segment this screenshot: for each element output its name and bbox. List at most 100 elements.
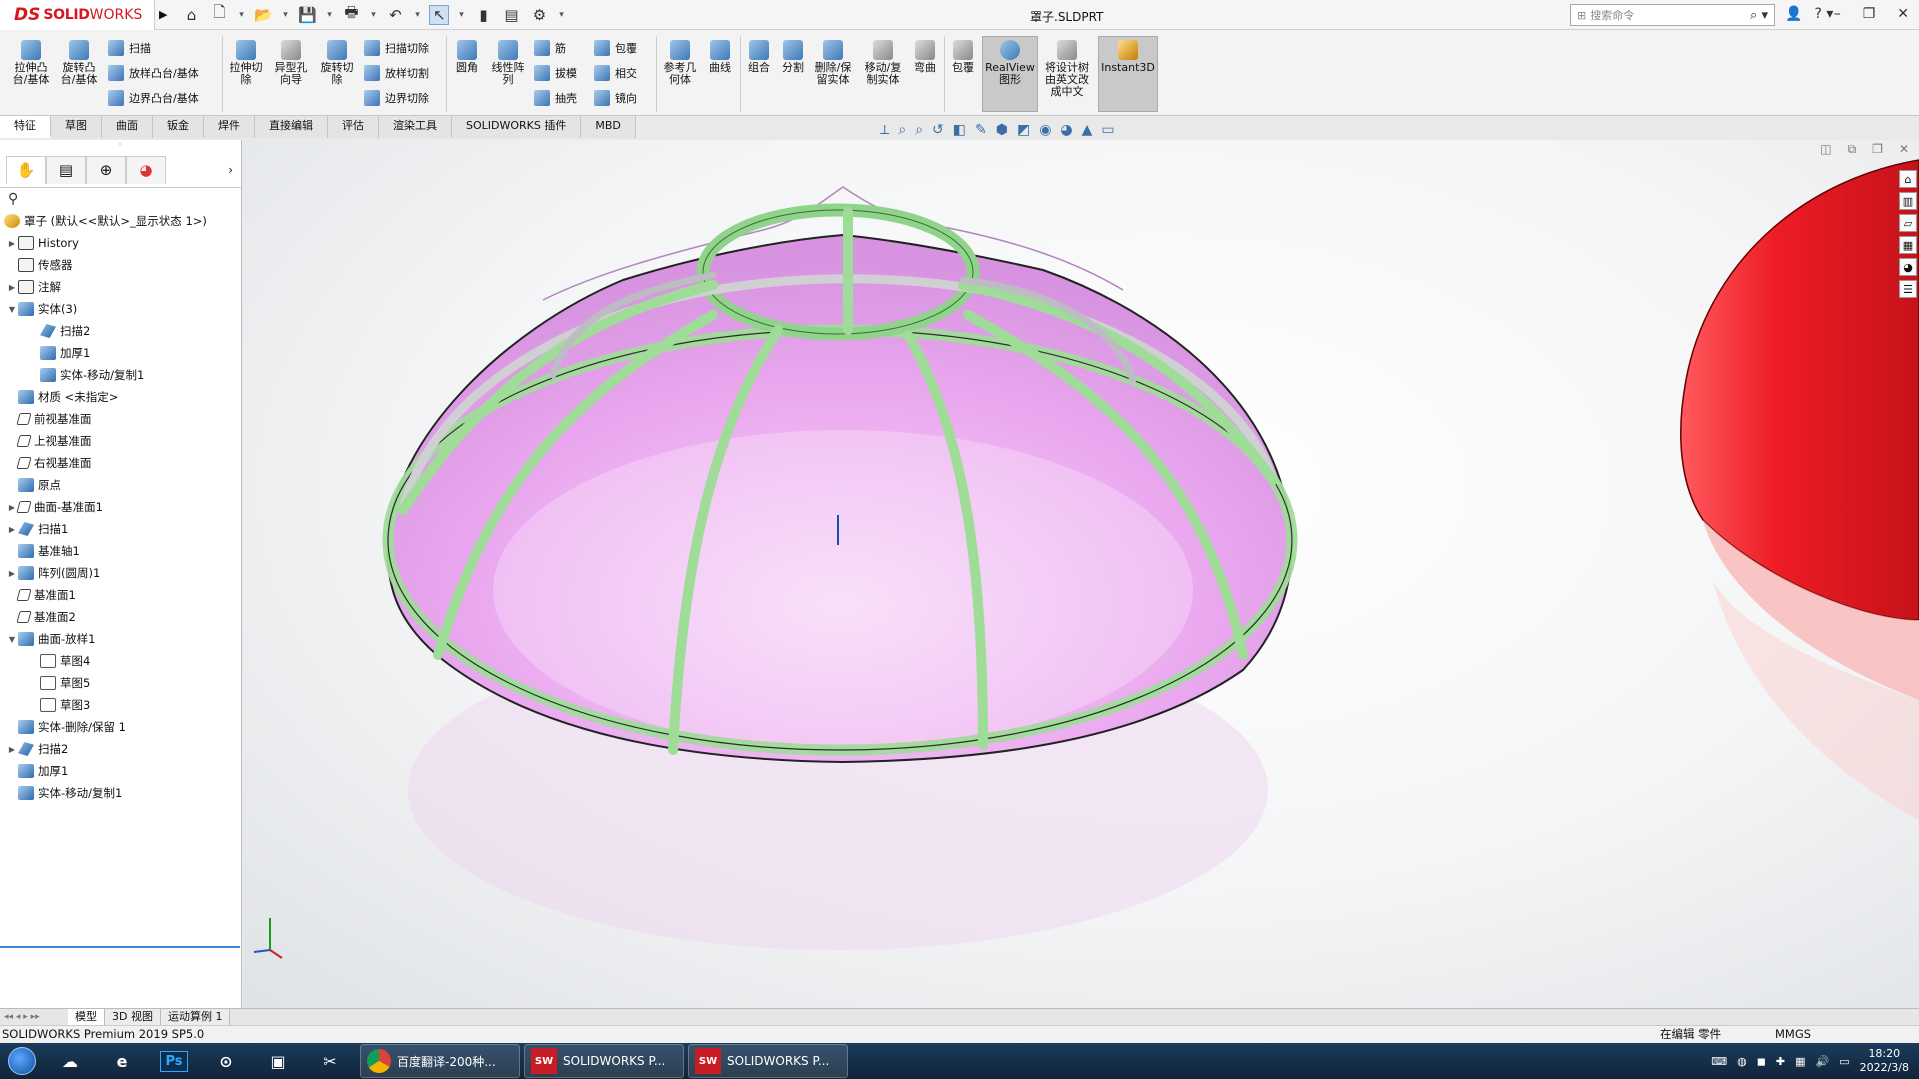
user-icon[interactable]: 👤: [1785, 6, 1802, 22]
viewport-restore-icon[interactable]: ❐: [1872, 142, 1883, 157]
start-button[interactable]: [0, 1043, 44, 1079]
tree-item[interactable]: 草图4: [28, 650, 90, 672]
display-manager-tab[interactable]: ◕: [126, 155, 166, 184]
expand-toggle-icon[interactable]: ▶: [6, 239, 18, 248]
fillet-button[interactable]: 圆角: [448, 40, 486, 74]
tree-item[interactable]: 草图5: [28, 672, 90, 694]
options-dropdown-icon[interactable]: ▾: [557, 10, 565, 20]
linear-pattern-button[interactable]: 线性阵 列: [486, 40, 530, 86]
tab-4[interactable]: 焊件: [204, 116, 255, 138]
graphics-area[interactable]: ◫ ⧉ ❐ ✕ ⌂ ▥ ▱ ▦ ◕ ☰: [243, 140, 1919, 1008]
tree-item[interactable]: 材质 <未指定>: [6, 386, 118, 408]
save-icon[interactable]: 💾: [297, 6, 317, 24]
taskbar-solidworks-button-1[interactable]: SW SOLIDWORKS P...: [524, 1044, 684, 1078]
home-icon[interactable]: ⌂: [181, 6, 201, 24]
browser-icon[interactable]: e: [96, 1043, 148, 1079]
expand-toggle-icon[interactable]: ▼: [6, 635, 18, 644]
traffic-light-icon[interactable]: ▮: [473, 6, 493, 24]
bottom-tab-0[interactable]: 模型: [68, 1009, 105, 1025]
print-dropdown-icon[interactable]: ▾: [369, 10, 377, 20]
minimize-icon[interactable]: –: [1834, 6, 1841, 22]
reference-geometry-button[interactable]: 参考几 何体: [658, 40, 702, 86]
file-explorer-icon[interactable]: ▱: [1899, 214, 1917, 232]
tool-app-icon[interactable]: ✂: [304, 1043, 356, 1079]
tree-item[interactable]: 基准面2: [6, 606, 76, 628]
tab-1[interactable]: 草图: [51, 116, 102, 138]
taskbar-chrome-button[interactable]: 百度翻译-200种...: [360, 1044, 520, 1078]
tree-item[interactable]: 实体-删除/保留 1: [6, 716, 126, 738]
combine-button[interactable]: 组合: [742, 40, 776, 74]
apply-scene-icon[interactable]: ▲: [1082, 122, 1093, 138]
network-icon[interactable]: ▦: [1795, 1055, 1805, 1068]
wrap-small-button[interactable]: 包覆: [594, 40, 637, 56]
help-icon[interactable]: ? ▾: [1814, 6, 1833, 22]
draft-button[interactable]: 拔模: [534, 65, 577, 81]
previous-view-icon[interactable]: ↺: [932, 122, 944, 138]
rib-button[interactable]: 筋: [534, 40, 566, 56]
tab-2[interactable]: 曲面: [102, 116, 153, 138]
intersect-button[interactable]: 相交: [594, 65, 637, 81]
tree-item[interactable]: ▶ 注解: [6, 276, 61, 298]
dome-part[interactable]: [382, 186, 1298, 764]
feature-tree-tab[interactable]: ✋: [6, 155, 46, 184]
bottom-tab-1[interactable]: 3D 视图: [105, 1009, 161, 1025]
bottom-tab-2[interactable]: 运动算例 1: [160, 1009, 231, 1025]
new-dropdown-icon[interactable]: ▾: [237, 10, 245, 20]
rollback-bar[interactable]: [0, 946, 240, 948]
undo-dropdown-icon[interactable]: ▾: [413, 10, 421, 20]
zoom-to-fit-icon[interactable]: ⌕: [898, 122, 906, 138]
photoshop-icon[interactable]: Ps: [148, 1043, 200, 1079]
tree-root-part[interactable]: 罩子 (默认<<默认>_显示状态 1>): [4, 210, 207, 232]
expand-toggle-icon[interactable]: ▶: [6, 283, 18, 292]
tree-language-button[interactable]: 将设计树 由英文改 成中文: [1040, 40, 1094, 98]
select-arrow-icon[interactable]: ↖: [429, 4, 450, 25]
tree-item[interactable]: 实体-移动/复制1: [28, 364, 144, 386]
volume-icon[interactable]: 🔊: [1815, 1055, 1829, 1068]
tab-7[interactable]: 渲染工具: [379, 116, 452, 138]
sweep-button[interactable]: 扫描: [108, 40, 151, 56]
tree-item[interactable]: 实体-移动/复制1: [6, 782, 122, 804]
new-document-icon[interactable]: 🗋: [209, 2, 229, 27]
tree-item[interactable]: 原点: [6, 474, 61, 496]
custom-properties-icon[interactable]: ☰: [1899, 280, 1917, 298]
tree-item[interactable]: 上视基准面: [6, 430, 92, 452]
extrude-cut-button[interactable]: 拉伸切 除: [223, 40, 269, 86]
options-gear-icon[interactable]: ⚙: [529, 6, 549, 24]
close-icon[interactable]: ✕: [1897, 6, 1909, 22]
tree-item[interactable]: 基准轴1: [6, 540, 80, 562]
tab-9[interactable]: MBD: [581, 116, 636, 138]
revolve-cut-button[interactable]: 旋转切 除: [314, 40, 360, 86]
tree-item[interactable]: 右视基准面: [6, 452, 92, 474]
boundary-cut-button[interactable]: 边界切除: [364, 90, 429, 106]
cloud-app-icon[interactable]: ☁: [44, 1043, 96, 1079]
view-cube-icon[interactable]: ⬢: [996, 122, 1008, 138]
tab-3[interactable]: 钣金: [153, 116, 204, 138]
recorder-app-icon[interactable]: ⊙: [200, 1043, 252, 1079]
expand-toggle-icon[interactable]: ▶: [6, 525, 18, 534]
tree-filter-icon[interactable]: ⚲: [0, 188, 241, 210]
zoom-to-area-icon[interactable]: ⌕: [915, 122, 923, 138]
open-dropdown-icon[interactable]: ▾: [281, 10, 289, 20]
loft-boss-button[interactable]: 放样凸台/基体: [108, 65, 199, 81]
panel-grip-icon[interactable]: ◦: [0, 140, 241, 152]
solidworks-resources-icon[interactable]: ⌂: [1899, 170, 1917, 188]
open-folder-icon[interactable]: 📂: [253, 6, 273, 24]
hide-show-items-icon[interactable]: ◉: [1039, 122, 1051, 138]
media-app-icon[interactable]: ▣: [252, 1043, 304, 1079]
mirror-button[interactable]: 镜向: [594, 90, 637, 106]
loft-cut-button[interactable]: 放样切割: [364, 65, 429, 81]
flex-button[interactable]: 弯曲: [908, 40, 942, 74]
view-orientation-icon[interactable]: ⟂: [880, 122, 889, 138]
security-icon[interactable]: ✚: [1776, 1055, 1785, 1068]
view-settings-icon[interactable]: ▭: [1101, 122, 1114, 138]
revolve-boss-button[interactable]: 旋转凸 台/基体: [56, 40, 102, 86]
panel-expand-arrow-icon[interactable]: ›: [228, 163, 233, 177]
restore-icon[interactable]: ❐: [1863, 6, 1876, 22]
tree-item[interactable]: ▶ 阵列(圆周)1: [6, 562, 100, 584]
instant3d-button[interactable]: Instant3D: [1100, 40, 1156, 74]
keyboard-icon[interactable]: ⌨: [1711, 1055, 1727, 1068]
move-copy-body-button[interactable]: 移动/复 制实体: [860, 40, 906, 86]
tree-item[interactable]: ▼ 曲面-放样1: [6, 628, 95, 650]
solidworks-logo[interactable]: DS SOLID WORKS: [0, 0, 155, 30]
tab-5[interactable]: 直接编辑: [255, 116, 328, 138]
